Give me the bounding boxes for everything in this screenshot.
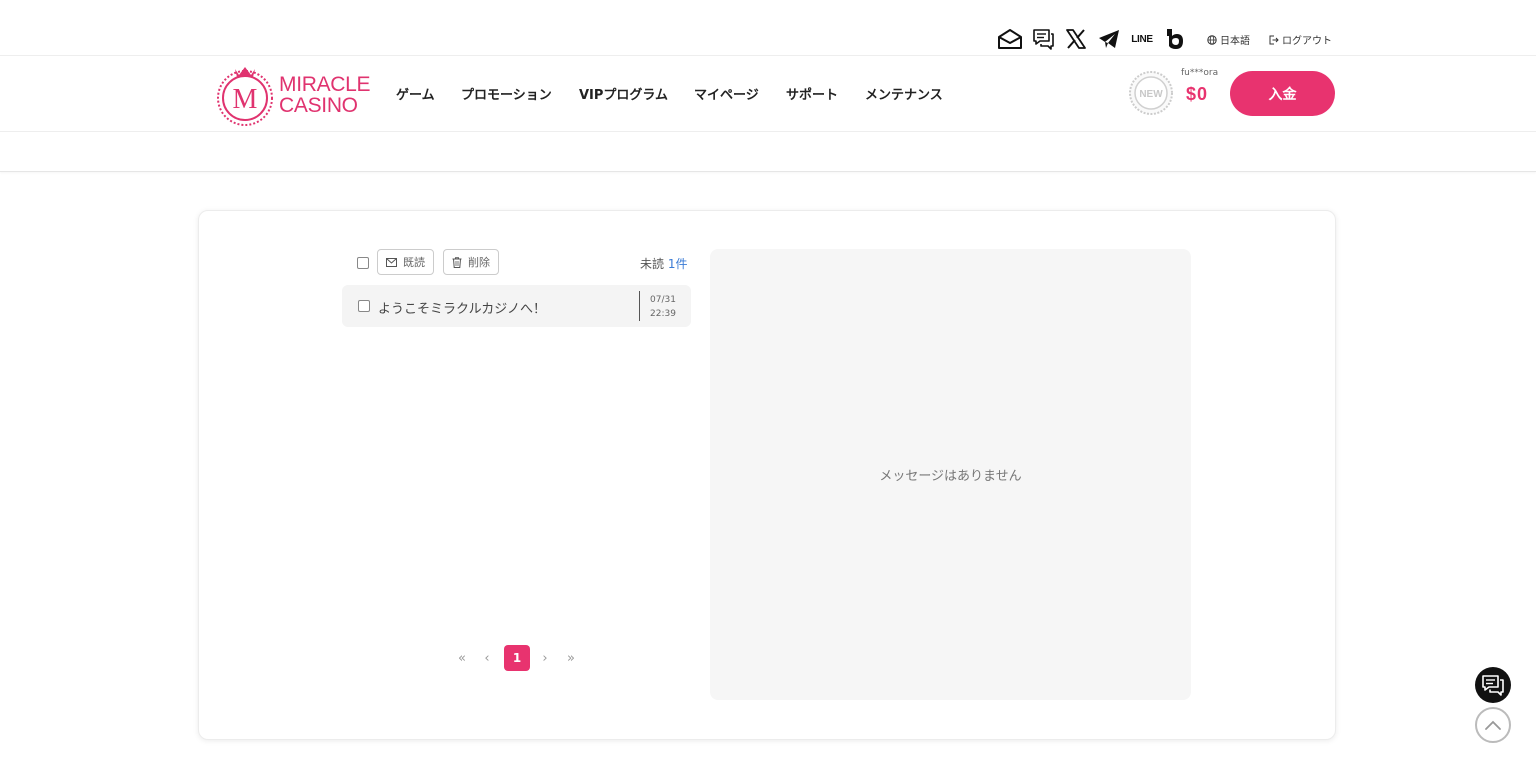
nav-item-maintenance[interactable]: メンテナンス: [865, 84, 943, 103]
logo-line2: CASINO: [279, 94, 358, 117]
pager-last[interactable]: »: [558, 645, 584, 671]
logo-emblem: M: [217, 67, 273, 126]
logout-link[interactable]: ログアウト: [1269, 32, 1332, 47]
logout-label: ログアウト: [1282, 36, 1332, 47]
message-row[interactable]: ようこそミラクルカジノへ！ 07/31 22:39: [342, 285, 691, 327]
language-label: 日本語: [1220, 36, 1250, 47]
x-icon[interactable]: [1063, 26, 1089, 52]
trash-icon: [452, 256, 462, 268]
telegram-icon[interactable]: [1096, 26, 1122, 52]
nav-item-games[interactable]: ゲーム: [396, 84, 435, 103]
line-label: LINE: [1131, 33, 1153, 45]
utility-bar: [0, 0, 1536, 56]
message-checkbox[interactable]: [358, 300, 370, 312]
unread-count: 未読 1件: [640, 255, 687, 272]
empty-detail-text: メッセージはありません: [879, 469, 1022, 484]
pager-next[interactable]: ›: [532, 645, 558, 671]
mark-read-label: 既読: [403, 256, 425, 269]
logout-icon: [1269, 35, 1279, 44]
envelope-icon: [386, 257, 397, 267]
site-logo[interactable]: M MIRACLE CASINO: [217, 64, 373, 126]
message-divider: [639, 291, 640, 321]
b-icon[interactable]: [1162, 26, 1188, 52]
sub-header-strip: [0, 132, 1536, 172]
chevron-up-icon: [1485, 720, 1501, 730]
message-subject[interactable]: ようこそミラクルカジノへ！: [378, 298, 546, 317]
line-icon[interactable]: LINE: [1129, 26, 1155, 52]
logo-text: MIRACLE CASINO: [279, 73, 371, 117]
logo-line1: MIRACLE: [279, 73, 371, 96]
nav-item-promotions[interactable]: プロモーション: [461, 84, 552, 103]
message-detail-pane: メッセージはありません: [710, 249, 1191, 700]
rank-badge-label: NEW: [1139, 89, 1163, 100]
nav-item-vip[interactable]: VIPプログラム: [579, 84, 668, 103]
unread-count-value: 1件: [667, 257, 688, 271]
pager-prev[interactable]: ‹: [474, 645, 500, 671]
chat-bubble-icon: [1482, 675, 1504, 696]
nav-item-support[interactable]: サポート: [786, 84, 838, 103]
deposit-button[interactable]: 入金: [1230, 71, 1335, 116]
unread-prefix: 未読: [640, 257, 665, 271]
pager-page-1[interactable]: 1: [504, 645, 530, 671]
logo-monogram: M: [233, 84, 258, 115]
message-timestamp: 07/31 22:39: [650, 293, 676, 321]
nav-item-mypage[interactable]: マイページ: [694, 84, 759, 103]
language-selector[interactable]: 日本語: [1207, 32, 1250, 47]
mark-read-button[interactable]: 既読: [377, 249, 434, 275]
scroll-top-button[interactable]: [1475, 707, 1511, 743]
select-all-checkbox[interactable]: [357, 257, 369, 269]
live-chat-button[interactable]: [1475, 667, 1511, 703]
pager-first[interactable]: «: [449, 645, 475, 671]
message-date: 07/31: [650, 295, 676, 305]
balance: $0: [1186, 84, 1209, 104]
rank-badge[interactable]: NEW: [1128, 70, 1174, 116]
delete-button[interactable]: 削除: [443, 249, 499, 275]
mail-open-icon[interactable]: [997, 26, 1023, 52]
delete-label: 削除: [468, 256, 490, 269]
globe-icon: [1207, 34, 1217, 45]
message-time: 22:39: [650, 309, 676, 319]
username: fu***ora: [1181, 68, 1219, 78]
chat-icon[interactable]: [1030, 26, 1056, 52]
